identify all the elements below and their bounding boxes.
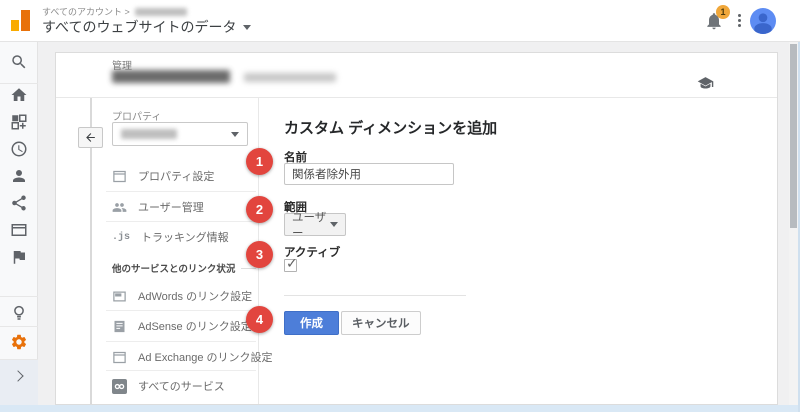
view-selector-label: すべてのウェブサイトのデータ bbox=[42, 17, 236, 37]
redacted-account-id bbox=[244, 73, 336, 82]
all-services-icon bbox=[112, 379, 127, 394]
form-title: カスタム ディメンションを追加 bbox=[284, 117, 497, 138]
admin-gear-icon[interactable] bbox=[10, 333, 28, 351]
audience-icon[interactable] bbox=[10, 167, 28, 185]
discover-icon[interactable] bbox=[10, 304, 28, 322]
form-divider bbox=[284, 295, 466, 296]
analytics-admin-screen: すべてのアカウント > すべてのウェブサイトのデータ 1 bbox=[0, 0, 800, 412]
top-app-bar: すべてのアカウント > すべてのウェブサイトのデータ 1 bbox=[0, 0, 800, 42]
menu-item-adexchange-linking[interactable]: Ad Exchange のリンク設定 bbox=[112, 342, 258, 372]
card-header-divider bbox=[56, 97, 777, 98]
notification-count-badge: 1 bbox=[716, 5, 730, 19]
back-button[interactable] bbox=[78, 127, 103, 148]
scope-dropdown[interactable]: ユーザー bbox=[284, 213, 346, 236]
menu-item-all-services[interactable]: すべてのサービス bbox=[112, 371, 258, 401]
user-management-icon bbox=[112, 200, 127, 215]
create-button[interactable]: 作成 bbox=[284, 311, 339, 335]
redacted-account-title bbox=[112, 70, 230, 83]
menu-item-user-management[interactable]: ユーザー管理 bbox=[112, 192, 258, 222]
property-selector[interactable] bbox=[112, 122, 248, 146]
step-badge-2: 2 bbox=[246, 196, 273, 223]
menu-item-label: すべてのサービス bbox=[138, 378, 225, 394]
chevron-down-icon bbox=[243, 25, 251, 30]
chevron-down-icon bbox=[330, 222, 338, 227]
rail-collapse-section bbox=[0, 360, 38, 405]
cancel-button[interactable]: キャンセル bbox=[341, 311, 421, 335]
analytics-logo-icon[interactable] bbox=[11, 10, 31, 31]
rail-divider bbox=[0, 326, 38, 327]
menu-item-adsense-linking[interactable]: AdSense のリンク設定 bbox=[112, 311, 258, 341]
behavior-icon[interactable] bbox=[10, 221, 28, 239]
adsense-icon bbox=[112, 319, 127, 334]
menu-item-label: プロパティ設定 bbox=[138, 168, 214, 184]
step-badge-3: 3 bbox=[246, 241, 273, 268]
rail-divider bbox=[0, 296, 38, 297]
overflow-menu-icon[interactable] bbox=[737, 13, 742, 28]
logo-bar-tall bbox=[21, 10, 30, 31]
adwords-icon bbox=[112, 289, 127, 304]
name-input[interactable] bbox=[284, 163, 454, 185]
menu-item-label: AdWords のリンク設定 bbox=[138, 288, 252, 304]
menu-item-label: AdSense のリンク設定 bbox=[138, 318, 252, 334]
menu-item-label: Ad Exchange のリンク設定 bbox=[138, 349, 273, 365]
menu-item-property-settings[interactable]: プロパティ設定 bbox=[112, 161, 258, 191]
menu-item-label: ユーザー管理 bbox=[138, 199, 204, 215]
step-badge-4: 4 bbox=[246, 306, 273, 333]
scope-selected-value: ユーザー bbox=[292, 209, 330, 241]
search-icon[interactable] bbox=[10, 53, 28, 71]
section-header-rule bbox=[241, 268, 256, 269]
property-column-label: プロパティ bbox=[112, 108, 161, 123]
adexchange-icon bbox=[112, 350, 127, 365]
home-icon[interactable] bbox=[10, 86, 28, 104]
rail-divider bbox=[0, 83, 38, 84]
redacted-account-name bbox=[135, 8, 187, 16]
checkmark-icon: ✓ bbox=[286, 255, 298, 272]
customization-icon[interactable] bbox=[10, 113, 28, 131]
scrollbar-thumb[interactable] bbox=[790, 44, 797, 228]
academy-graduation-cap-icon[interactable] bbox=[697, 75, 714, 92]
conversions-icon[interactable] bbox=[10, 248, 28, 266]
tracking-js-icon: .js bbox=[112, 232, 130, 243]
menu-item-label: トラッキング情報 bbox=[141, 229, 229, 245]
section-header-label: 他のサービスとのリンク状況 bbox=[112, 261, 235, 275]
redacted-property-name bbox=[121, 129, 177, 139]
step-badge-1: 1 bbox=[246, 148, 273, 175]
menu-item-adwords-linking[interactable]: AdWords のリンク設定 bbox=[112, 281, 258, 311]
frame-bottom-edge bbox=[0, 405, 800, 412]
realtime-icon[interactable] bbox=[10, 140, 28, 158]
left-nav-rail bbox=[0, 42, 38, 405]
link-services-section-header: 他のサービスとのリンク状況 bbox=[112, 261, 256, 275]
active-checkbox[interactable]: ✓ bbox=[284, 259, 297, 272]
user-avatar[interactable] bbox=[750, 8, 776, 34]
view-selector[interactable]: すべてのウェブサイトのデータ bbox=[42, 17, 251, 37]
property-settings-icon bbox=[112, 169, 127, 184]
menu-item-tracking-info[interactable]: .js トラッキング情報 bbox=[112, 222, 258, 252]
logo-bar-short bbox=[11, 20, 19, 31]
acquisition-icon[interactable] bbox=[10, 194, 28, 212]
chevron-down-icon bbox=[231, 132, 239, 137]
